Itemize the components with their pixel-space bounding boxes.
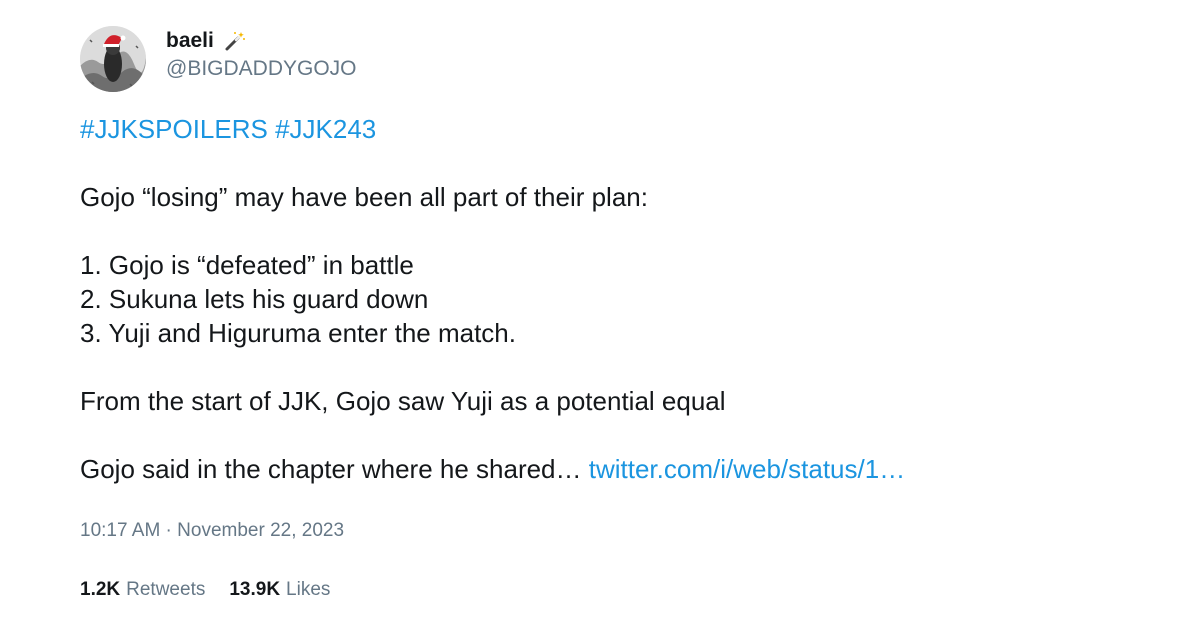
tweet-link[interactable]: twitter.com/i/web/status/1…	[589, 454, 905, 484]
tweet-text: #JJKSPOILERS #JJK243 Gojo “losing” may h…	[80, 112, 1140, 486]
engagement-stats: 1.2K Retweets 13.9K Likes	[80, 579, 330, 601]
likes-stat[interactable]: 13.9K Likes	[229, 579, 330, 601]
author-handle[interactable]: @BIGDADDYGOJO	[166, 57, 357, 81]
text-line: Gojo “losing” may have been all part of …	[80, 182, 648, 212]
display-name[interactable]: baeli	[166, 29, 214, 53]
timestamp[interactable]: 10:17 AM · November 22, 2023	[80, 520, 344, 542]
hashtags[interactable]: #JJKSPOILERS #JJK243	[80, 112, 1140, 146]
retweets-label: Retweets	[126, 579, 206, 600]
retweets-stat[interactable]: 1.2K Retweets	[80, 579, 205, 601]
text-line: From the start of JJK, Gojo saw Yuji as …	[80, 386, 726, 416]
text-fragment: Gojo said in the chapter where he shared…	[80, 454, 589, 484]
list-item: 3. Yuji and Higuruma enter the match.	[80, 318, 516, 348]
text-line: Gojo said in the chapter where he shared…	[80, 452, 1140, 486]
retweets-count: 1.2K	[80, 579, 121, 600]
avatar[interactable]	[80, 26, 146, 92]
author-name-row: baeli	[166, 27, 246, 55]
avatar-image	[80, 26, 146, 92]
magic-wand-icon	[224, 30, 246, 52]
likes-count: 13.9K	[229, 579, 281, 600]
list-item: 1. Gojo is “defeated” in battle	[80, 250, 414, 280]
likes-label: Likes	[286, 579, 331, 600]
list-item: 2. Sukuna lets his guard down	[80, 284, 429, 314]
